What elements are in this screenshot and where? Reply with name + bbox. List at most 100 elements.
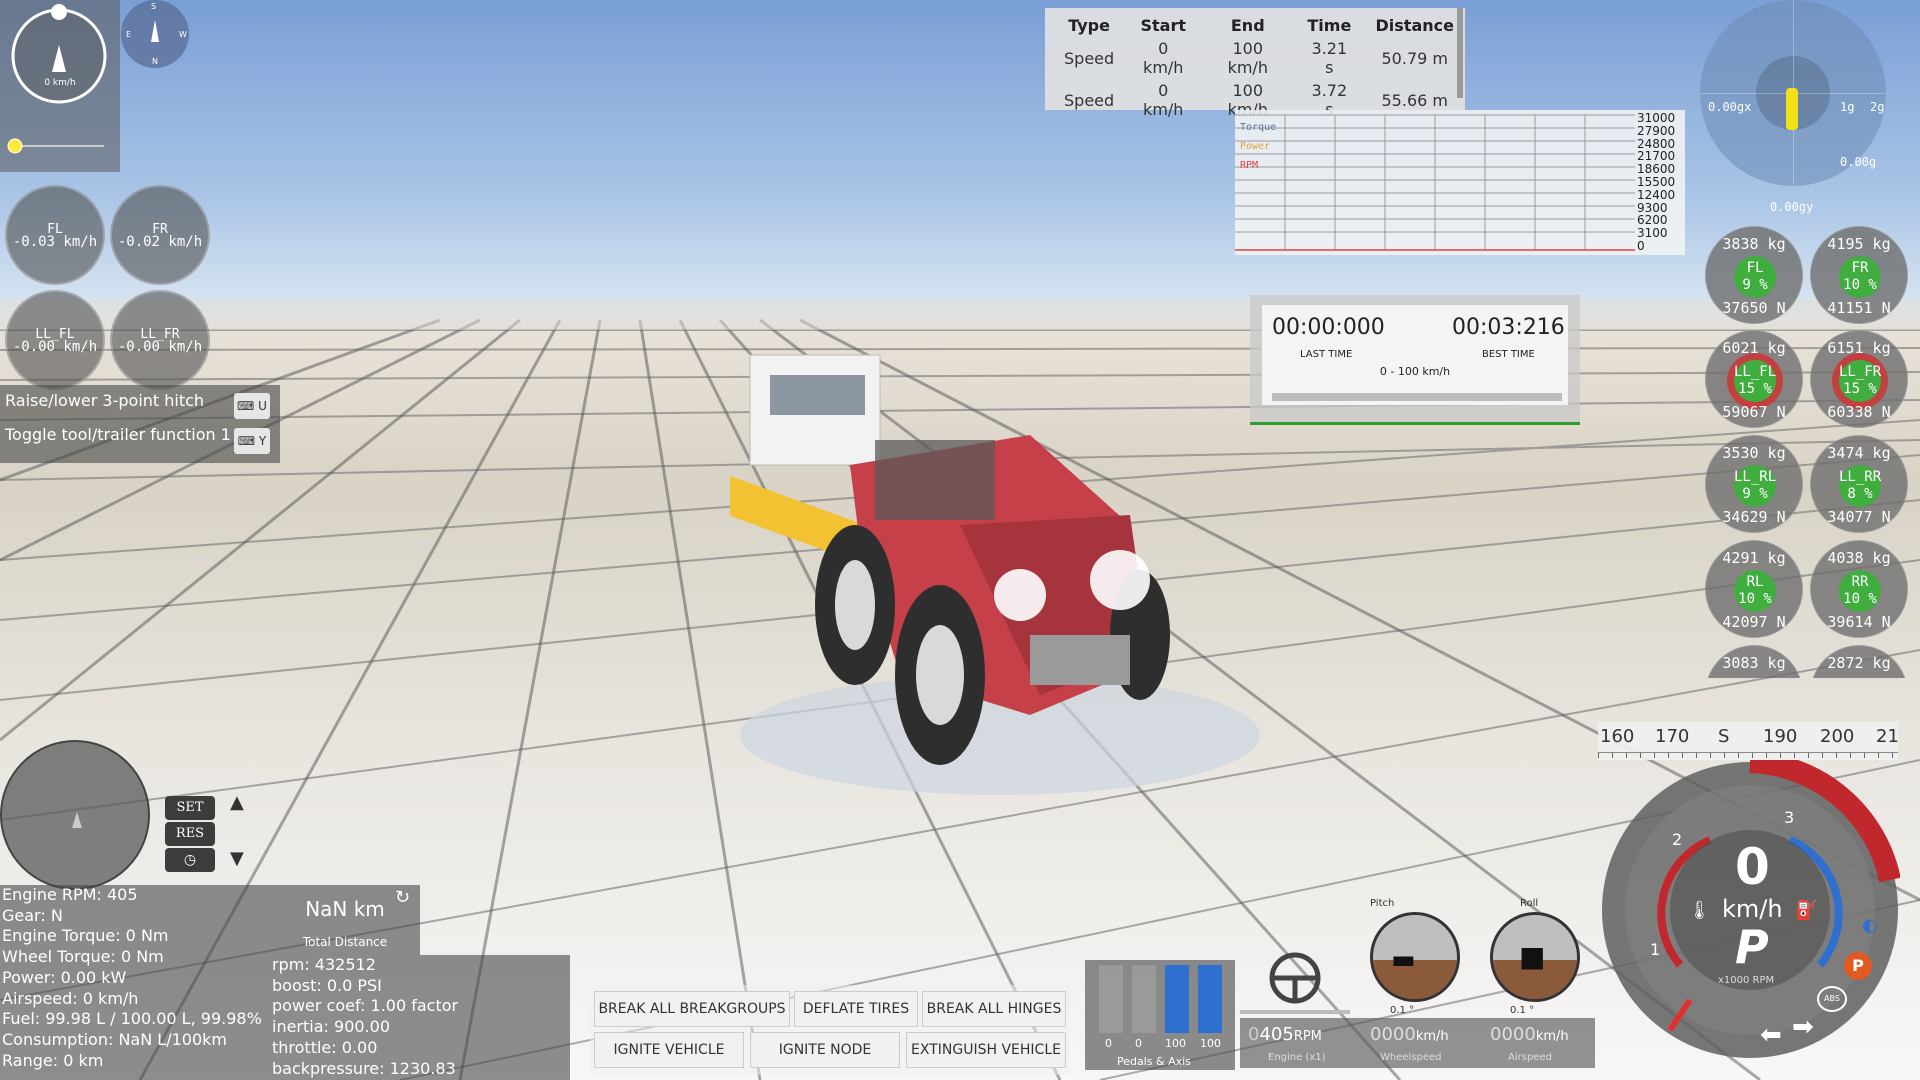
rpm-tick: 3 — [1784, 808, 1795, 827]
readout-label: Wheelspeed — [1380, 1052, 1442, 1063]
mini-compass-icon: S E W N — [121, 0, 189, 68]
temperature-icon: 🌡 — [1688, 900, 1711, 921]
table-header: Distance — [1375, 16, 1454, 35]
lap-timer: 00:00:000 LAST TIME 00:03:216 BEST TIME … — [1250, 295, 1580, 425]
cruise-set-button[interactable]: SET — [165, 796, 215, 820]
info-line: Range: 0 km — [2, 1050, 104, 1070]
compass-panel: 0 km/h — [0, 0, 120, 172]
wheel-load-label: FL — [1746, 260, 1764, 276]
gforce-2g: 2g — [1870, 100, 1885, 114]
heading-tick: 200 — [1820, 726, 1855, 747]
pedal-value: 100 — [1165, 1037, 1186, 1050]
pedal-bar — [1165, 965, 1189, 1033]
distance-label: Total Distance — [302, 935, 388, 949]
vehicle-marker-icon — [72, 812, 82, 828]
break-all-hinges-button[interactable]: BREAK ALL HINGES — [922, 991, 1066, 1027]
mini-compass-s: S — [151, 2, 157, 11]
cruise-up-icon[interactable]: ▲ — [230, 792, 244, 813]
roll-indicator: ■ — [1490, 912, 1580, 1002]
wheel-load-pct: 10 % — [1738, 591, 1772, 607]
ignite-node-button[interactable]: IGNITE NODE — [750, 1032, 900, 1068]
wheel-load-label: LL_RL — [1734, 469, 1777, 485]
wheel-load-extra-right: 2872 kg — [1810, 645, 1908, 678]
pitch-value: 0.1 ° — [1390, 1005, 1415, 1016]
timer-range: 0 - 100 km/h — [1379, 365, 1451, 378]
table-scrollbar[interactable] — [1457, 8, 1463, 98]
wheel-load-kg: 6021 kg — [1722, 339, 1786, 357]
break-all-breakgroups-button[interactable]: BREAK ALL BREAKGROUPS — [594, 991, 790, 1027]
info-line: Wheel Torque: 0 Nm — [2, 947, 164, 967]
cruise-resume-button[interactable]: RES — [165, 822, 215, 846]
wheel-load-n: 34077 N — [1827, 508, 1891, 526]
mini-compass-n: N — [152, 57, 158, 66]
table-cell: 100 km/h — [1227, 39, 1268, 77]
gforce-1g: 1g — [1840, 100, 1855, 114]
table-cell: 0 km/h — [1143, 81, 1184, 119]
steering-wheel-icon — [1269, 952, 1321, 1004]
pedal-value: 0 — [1105, 1037, 1112, 1050]
abs-icon: ABS — [1817, 986, 1847, 1012]
headlight-icon: ◐ — [1862, 915, 1878, 936]
wheel-load-label: FR — [1851, 260, 1869, 276]
key-hint-y[interactable]: ⌨ Y — [234, 428, 270, 454]
readouts-panel: 0405RPM Engine (x1) 0000km/h Wheelspeed … — [1240, 1018, 1595, 1068]
wheel-speed-value: -0.03 km/h — [12, 234, 98, 250]
total-distance-panel: NaN km Total Distance ↻ — [270, 885, 420, 955]
rpm-label: x1000 RPM — [1718, 975, 1775, 986]
y-tick: 31000 — [1637, 111, 1676, 125]
wheel-load-n: 59067 N — [1722, 403, 1786, 421]
wheel-load-pct: 10 % — [1843, 277, 1877, 293]
wheel-load-kg: 3083 kg — [1722, 654, 1786, 672]
steering-bar — [1240, 1010, 1350, 1014]
last-time: 00:00:000 — [1272, 315, 1385, 340]
roll-value: 0.1 ° — [1510, 1005, 1535, 1016]
wheel-load-n: 34629 N — [1722, 508, 1786, 526]
wheel-load-ll-rl: 3530 kg LL_RL 9 % 34629 N — [1705, 435, 1803, 533]
deflate-tires-button[interactable]: DEFLATE TIRES — [794, 991, 918, 1027]
parking-brake-icon: P — [1844, 952, 1872, 980]
info-line: Airspeed: 0 km/h — [2, 988, 139, 1008]
heading-tick: 21 — [1876, 726, 1899, 747]
acceleration-table: Type Start End Time Distance Speed 0 km/… — [1045, 8, 1465, 119]
wheel-load-ll-fr: 6151 kg LL_FR 15 % 60338 N — [1810, 330, 1908, 428]
table-header: End — [1230, 16, 1265, 35]
info-line: Engine Torque: 0 Nm — [2, 926, 169, 946]
info-line: Fuel: 99.98 L / 100.00 L, 99.98% — [2, 1009, 262, 1029]
wheel-load-n: 37650 N — [1722, 299, 1786, 317]
reset-icon[interactable]: ↻ — [395, 887, 410, 908]
wheel-load-rl: 4291 kg RL 10 % 42097 N — [1705, 540, 1803, 638]
engine-debug-panel: rpm: 432512 boost: 0.0 PSI power coef: 1… — [270, 955, 570, 1080]
wheel-load-n: 60338 N — [1827, 403, 1891, 421]
readout-label: Engine (x1) — [1268, 1052, 1326, 1063]
wheel-load-kg: 4291 kg — [1722, 549, 1786, 567]
engine-rpm-readout: 405 — [1259, 1024, 1294, 1045]
cruise-clock-icon[interactable]: ◷ — [165, 848, 215, 872]
key-hint-u[interactable]: ⌨ U — [234, 393, 270, 419]
tractor-with-trailer — [730, 354, 1260, 795]
engine-info-panel: Engine RPM: 405 Gear: N Engine Torque: 0… — [0, 885, 270, 1080]
wheel-load-pct: 9 % — [1742, 277, 1768, 293]
wheel-load-kg: 3530 kg — [1722, 444, 1786, 462]
legend-torque: Torque — [1240, 122, 1277, 133]
info-line: Gear: N — [2, 905, 63, 925]
wheel-speed-ll-fr: LL_FR -0.00 km/h — [110, 290, 210, 390]
wheel-load-pct: 8 % — [1847, 486, 1873, 502]
ignite-vehicle-button[interactable]: IGNITE VEHICLE — [594, 1032, 744, 1068]
wheel-load-extra-left: 3083 kg — [1705, 645, 1803, 678]
legend-rpm: RPM — [1240, 160, 1259, 171]
gforce-meter: 0.00gx 1g 2g 0.00g 0.00gy — [1700, 0, 1886, 214]
cruise-down-icon[interactable]: ▼ — [230, 848, 244, 869]
pedal-bar-track — [1132, 965, 1156, 1033]
wheel-load-kg: 3474 kg — [1827, 444, 1891, 462]
wheel-speed-fl: FL -0.03 km/h — [5, 185, 105, 285]
wheel-load-label: RR — [1851, 574, 1869, 590]
extinguish-vehicle-button[interactable]: EXTINGUISH VEHICLE — [906, 1032, 1066, 1068]
heading-tick: S — [1718, 726, 1730, 747]
info-line: inertia: 900.00 — [272, 1017, 390, 1037]
wheel-load-label: LL_FR — [1839, 364, 1882, 380]
wheel-load-label: RL — [1746, 574, 1764, 590]
readout-unit: km/h — [1415, 1029, 1449, 1044]
wheel-load-kg: 4195 kg — [1827, 235, 1891, 253]
pedal-bar — [1198, 965, 1222, 1033]
heading-tick: 190 — [1763, 726, 1798, 747]
